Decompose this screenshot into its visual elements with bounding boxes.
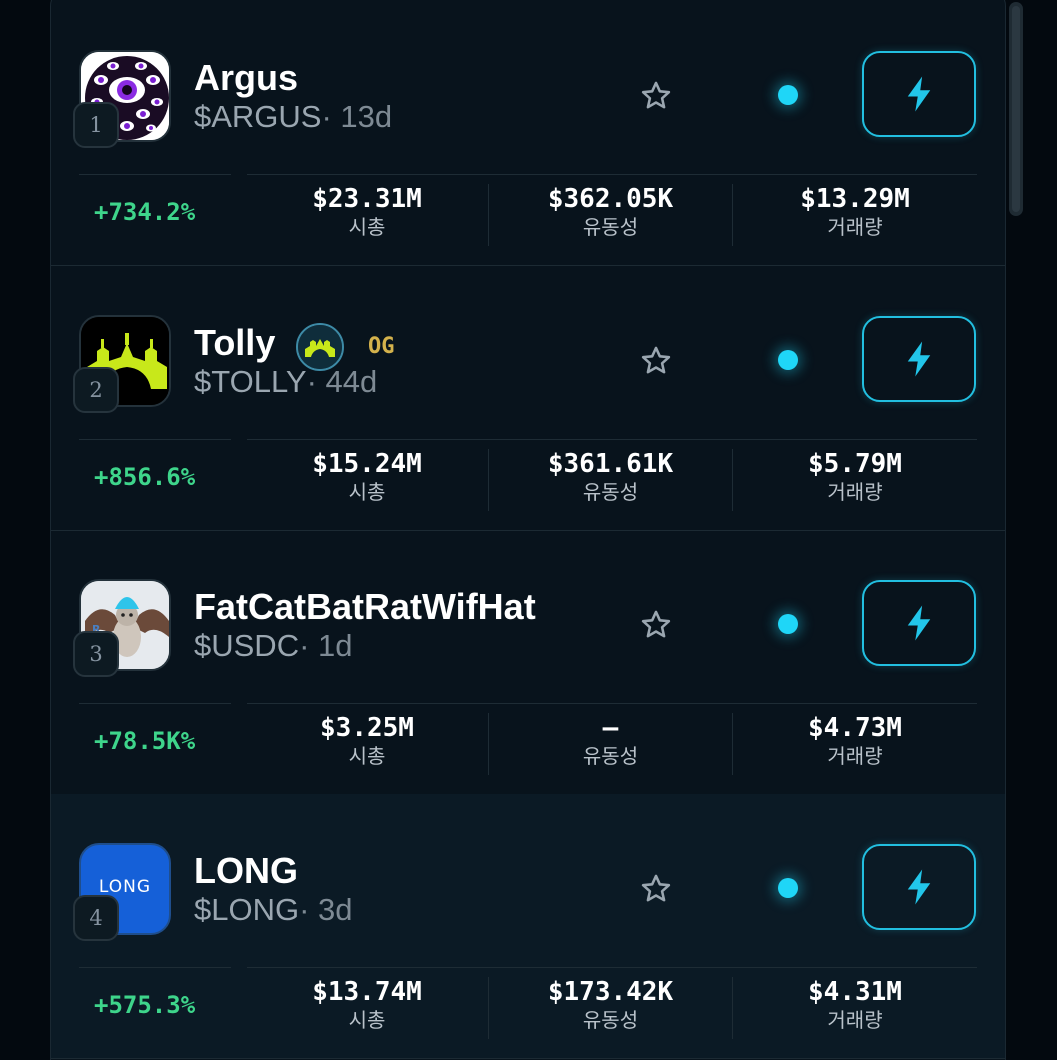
- star-outline-icon[interactable]: [639, 872, 673, 906]
- stat-liquidity: $362.05K 유동성: [488, 184, 732, 246]
- liquidity-label: 유동성: [582, 1008, 639, 1032]
- price-change: +78.5K%: [94, 727, 196, 755]
- lightning-bolt-icon: [907, 341, 931, 377]
- price-change: +856.6%: [94, 463, 196, 491]
- og-label: OG: [368, 334, 395, 359]
- token-age: · 3d: [299, 892, 353, 927]
- stats-divider: [79, 174, 977, 175]
- star-outline-icon[interactable]: [639, 344, 673, 378]
- stat-market-cap: $13.74M 시총: [247, 977, 487, 1039]
- stat-volume: $4.31M 거래량: [732, 977, 977, 1039]
- volume-label: 거래량: [827, 215, 883, 239]
- token-ticker: $USDC: [194, 628, 300, 663]
- liquidity-label: 유동성: [582, 215, 639, 239]
- market-cap-label: 시총: [348, 480, 386, 504]
- liquidity-value: $361.61K: [547, 449, 674, 479]
- stat-volume: $5.79M 거래량: [732, 449, 977, 511]
- market-cap-value: $3.25M: [320, 713, 414, 743]
- volume-label: 거래량: [827, 480, 883, 504]
- app-screen: 1 Argus $ARGUS· 13d +734.2% $23.31M 시총 $…: [0, 0, 1057, 1060]
- token-row-argus[interactable]: 1 Argus $ARGUS· 13d +734.2% $23.31M 시총 $…: [51, 1, 1005, 266]
- token-list-panel: 1 Argus $ARGUS· 13d +734.2% $23.31M 시총 $…: [50, 0, 1006, 1060]
- quick-buy-button[interactable]: [862, 844, 976, 930]
- token-name[interactable]: Argus: [194, 57, 298, 99]
- lightning-bolt-icon: [907, 869, 931, 905]
- volume-value: $4.73M: [808, 713, 902, 743]
- market-cap-value: $15.24M: [312, 449, 422, 479]
- live-status-dot: [778, 878, 798, 898]
- volume-label: 거래량: [827, 1008, 883, 1032]
- token-name[interactable]: LONG: [194, 850, 298, 892]
- stat-liquidity: $361.61K 유동성: [488, 449, 732, 511]
- token-ticker-line: $LONG· 3d: [194, 892, 353, 928]
- stats-divider: [79, 439, 977, 440]
- rank-badge: 4: [73, 895, 119, 941]
- price-change: +734.2%: [94, 198, 196, 226]
- stat-market-cap: $15.24M 시총: [247, 449, 487, 511]
- liquidity-value: $173.42K: [547, 977, 674, 1007]
- lightning-bolt-icon: [907, 76, 931, 112]
- star-outline-icon[interactable]: [639, 79, 673, 113]
- token-ticker: $LONG: [194, 892, 300, 927]
- price-change: +575.3%: [94, 991, 196, 1019]
- stat-market-cap: $23.31M 시총: [247, 184, 487, 246]
- token-row-tolly[interactable]: 2 Tolly OG $TOLLY· 44d +856.6% $15.24M 시…: [51, 266, 1005, 531]
- live-status-dot: [778, 85, 798, 105]
- market-cap-value: $13.74M: [312, 977, 422, 1007]
- stat-volume: $4.73M 거래량: [732, 713, 977, 775]
- liquidity-label: 유동성: [582, 480, 639, 504]
- token-row-fatcatbatratwifhat[interactable]: R 3 FatCatBatRatWifHat $USDC· 1d +78.5K%…: [51, 530, 1005, 795]
- liquidity-label: 유동성: [582, 744, 639, 768]
- castle-mini-icon: [298, 325, 342, 369]
- stat-liquidity: — 유동성: [488, 713, 732, 775]
- stat-volume: $13.29M 거래량: [732, 184, 977, 246]
- quick-buy-button[interactable]: [862, 580, 976, 666]
- token-name[interactable]: Tolly: [194, 322, 275, 364]
- market-cap-label: 시총: [348, 1008, 386, 1032]
- rank-badge: 2: [73, 367, 119, 413]
- scrollbar[interactable]: [1009, 2, 1023, 216]
- quick-buy-button[interactable]: [862, 316, 976, 402]
- volume-value: $4.31M: [808, 977, 902, 1007]
- stat-market-cap: $3.25M 시총: [247, 713, 487, 775]
- stat-liquidity: $173.42K 유동성: [488, 977, 732, 1039]
- live-status-dot: [778, 350, 798, 370]
- rank-badge: 3: [73, 631, 119, 677]
- market-cap-label: 시총: [348, 215, 386, 239]
- market-cap-value: $23.31M: [312, 184, 422, 214]
- star-outline-icon[interactable]: [639, 608, 673, 642]
- token-name[interactable]: FatCatBatRatWifHat: [194, 586, 536, 628]
- token-ticker-line: $ARGUS· 13d: [194, 99, 392, 135]
- liquidity-value: —: [602, 713, 619, 743]
- volume-value: $5.79M: [808, 449, 902, 479]
- token-age: · 13d: [321, 99, 393, 134]
- lightning-bolt-icon: [907, 605, 931, 641]
- liquidity-value: $362.05K: [547, 184, 674, 214]
- token-ticker-line: $USDC· 1d: [194, 628, 353, 664]
- token-ticker: $ARGUS: [194, 99, 322, 134]
- token-row-long[interactable]: LONG 4 LONG $LONG· 3d +575.3% $13.74M 시총: [51, 794, 1005, 1059]
- market-cap-label: 시총: [348, 744, 386, 768]
- quick-buy-button[interactable]: [862, 51, 976, 137]
- token-ticker: $TOLLY: [194, 364, 307, 399]
- stats-divider: [79, 967, 977, 968]
- token-age: · 1d: [299, 628, 353, 663]
- stats-divider: [79, 703, 977, 704]
- volume-label: 거래량: [827, 744, 883, 768]
- rank-badge: 1: [73, 102, 119, 148]
- token-age: · 44d: [306, 364, 378, 399]
- volume-value: $13.29M: [800, 184, 910, 214]
- logo-wordmark: LONG: [98, 877, 152, 897]
- live-status-dot: [778, 614, 798, 634]
- token-ticker-line: $TOLLY· 44d: [194, 364, 377, 400]
